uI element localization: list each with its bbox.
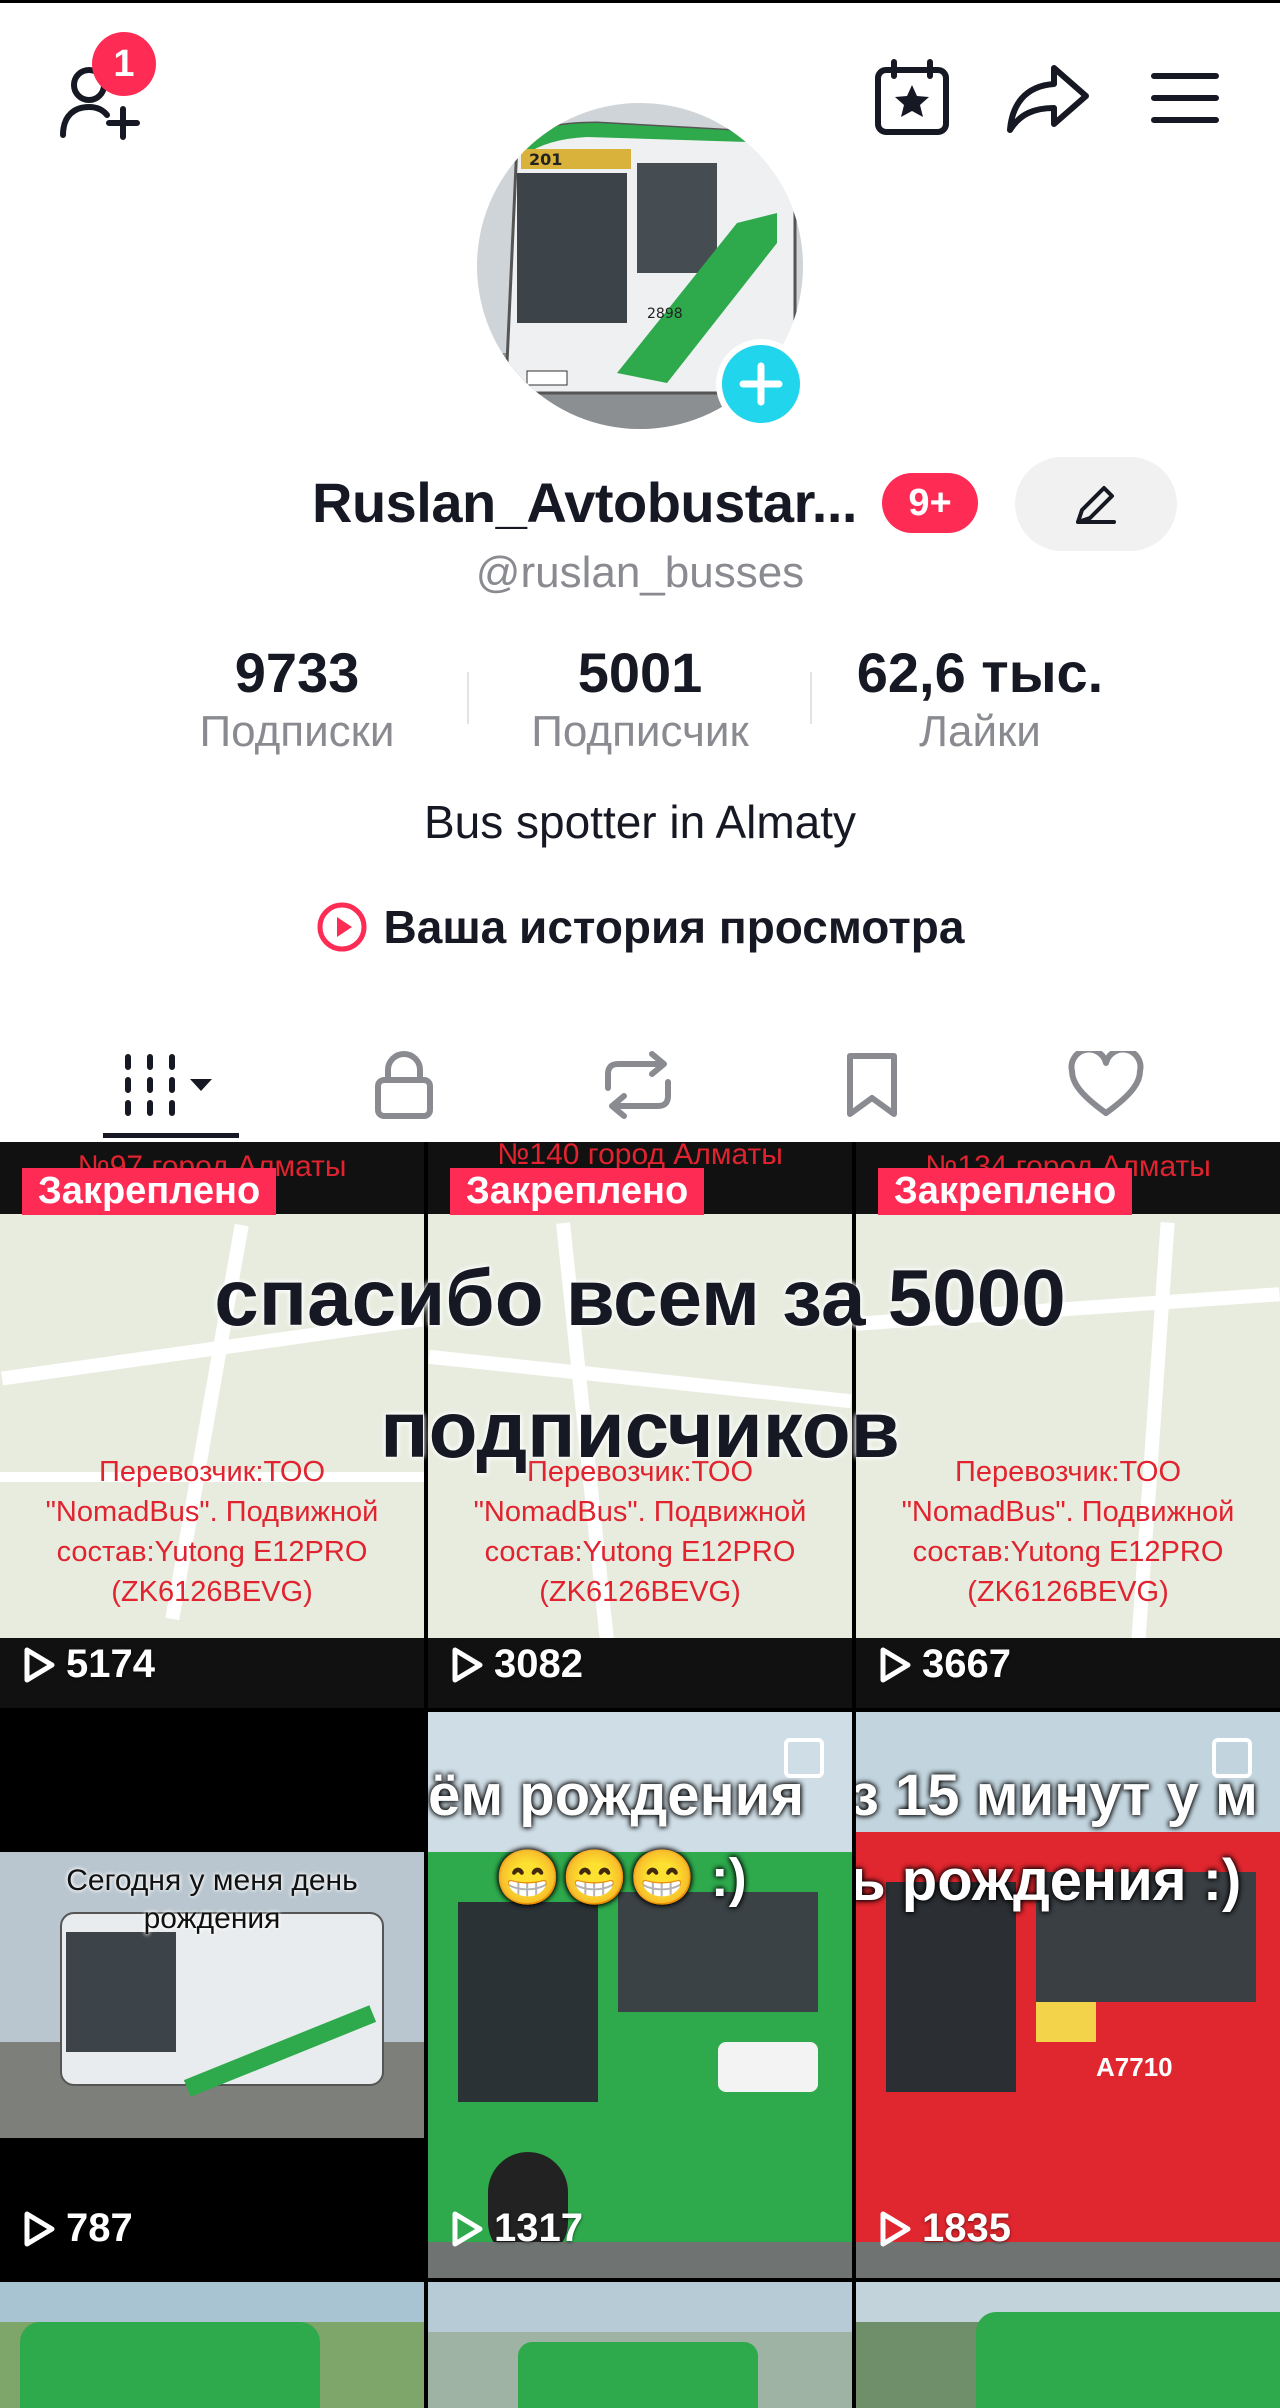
view-count: 3667 <box>878 1642 1011 1687</box>
menu-button[interactable] <box>1135 50 1235 146</box>
likes-stat[interactable]: 62,6 тыс. Лайки <box>850 640 1110 757</box>
status-edge <box>0 0 1280 3</box>
pinned-badge: Закреплено <box>22 1168 277 1215</box>
likes-count: 62,6 тыс. <box>856 641 1104 704</box>
svg-text:2898: 2898 <box>647 306 683 322</box>
calendar-star-icon <box>875 59 949 135</box>
following-count: 9733 <box>234 641 360 704</box>
tab-reposts[interactable] <box>510 1030 766 1140</box>
share-button[interactable] <box>998 50 1098 146</box>
video-thumbnail[interactable] <box>428 2282 852 2408</box>
video-thumbnail[interactable] <box>856 2282 1280 2408</box>
followers-label: Подписчик <box>531 707 749 756</box>
pencil-icon <box>1076 486 1116 524</box>
username: Ruslan_Avtobustar... <box>312 471 857 534</box>
video-thumbnail[interactable] <box>0 2282 424 2408</box>
share-icon <box>1007 65 1089 133</box>
play-icon <box>452 2211 483 2246</box>
view-count: 787 <box>22 2206 133 2251</box>
video-caption: Сегодня у меня день рождения <box>66 1864 358 1935</box>
select-checkbox[interactable] <box>1212 1738 1252 1778</box>
heart-icon <box>1068 1051 1144 1116</box>
video-thumbnail[interactable]: Сегодня у меня день рождения 787 <box>0 1712 424 2278</box>
tab-favorites[interactable] <box>744 1030 1000 1140</box>
watch-history-label: Ваша история просмотра <box>383 901 965 953</box>
add-story-button[interactable] <box>716 339 806 429</box>
menu-icon <box>1151 73 1219 123</box>
overlay-caption: спасибо всем за 5000 подписчиков <box>214 1253 1066 1474</box>
plus-icon <box>739 362 783 406</box>
divider <box>810 672 812 724</box>
followers-count: 5001 <box>577 641 703 704</box>
play-icon <box>452 1647 483 1682</box>
video-thumbnail[interactable]: A7710 з 15 минут у м ь рождения :) 1835 <box>856 1712 1280 2278</box>
select-checkbox[interactable] <box>784 1738 824 1778</box>
following-stat[interactable]: 9733 Подписки <box>167 640 427 757</box>
likes-label: Лайки <box>919 707 1041 756</box>
notification-badge: 1 <box>92 32 156 96</box>
view-count: 3082 <box>450 1642 583 1687</box>
divider <box>467 672 469 724</box>
followers-stat[interactable]: 5001 Подписчик <box>510 640 770 757</box>
pinned-badge: Закреплено <box>450 1168 705 1215</box>
watch-history-link[interactable]: Ваша история просмотра <box>0 900 1280 954</box>
videos-grid-icon <box>125 1054 212 1116</box>
play-icon <box>24 2211 55 2246</box>
active-tab-indicator <box>103 1133 239 1138</box>
video-thumbnail[interactable]: ём рождения 😁😁😁 :) 1317 <box>428 1712 852 2278</box>
tab-private[interactable] <box>276 1030 532 1140</box>
lock-icon <box>375 1051 433 1119</box>
repost-icon <box>605 1051 671 1119</box>
svg-text:201: 201 <box>529 150 562 169</box>
play-icon <box>880 2211 911 2246</box>
tab-videos[interactable] <box>42 1030 298 1140</box>
pinned-badge: Закреплено <box>878 1168 1133 1215</box>
following-label: Подписки <box>199 707 395 756</box>
user-handle: @ruslan_busses <box>475 548 805 597</box>
bio: Bus spotter in Almaty <box>423 796 857 848</box>
view-count: 1317 <box>450 2206 583 2251</box>
play-circle-icon <box>317 902 367 952</box>
view-count: 5174 <box>22 1642 155 1687</box>
calendar-star-button[interactable] <box>864 50 960 146</box>
tab-liked[interactable] <box>978 1030 1234 1140</box>
view-count: 1835 <box>878 2206 1011 2251</box>
profile-tabs <box>0 1030 1280 1140</box>
unread-badge[interactable]: 9+ <box>882 473 978 533</box>
video-caption-emoji: 😁😁😁 :) <box>494 1848 747 1908</box>
bookmark-icon <box>847 1053 897 1117</box>
video-caption: ь рождения :) <box>856 1848 1242 1913</box>
play-icon <box>880 1647 911 1682</box>
edit-profile-button[interactable] <box>1015 457 1177 551</box>
video-caption: ём рождения <box>428 1763 805 1828</box>
video-caption: з 15 минут у м <box>856 1763 1258 1828</box>
play-icon <box>24 1647 55 1682</box>
video-grid: №97 город Алматы Перевозчик:ТОО "NomadBus… <box>0 1142 1280 2408</box>
